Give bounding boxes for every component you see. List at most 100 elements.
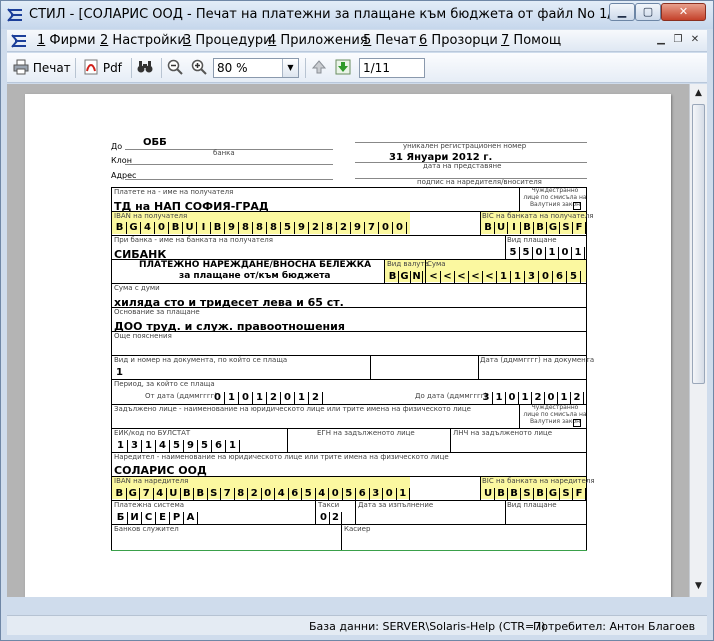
from-date-cell: 2 (267, 392, 281, 404)
zoom-in-button[interactable] (191, 57, 207, 79)
close-button[interactable]: ✕ (661, 3, 706, 21)
next-page-button[interactable] (335, 57, 351, 79)
system-cells: БИСЕРА (114, 512, 198, 524)
iban-payee-cell: 8 (239, 222, 253, 234)
iban-payee-cell: B (169, 222, 183, 234)
mdi-minimize-icon[interactable]: ▁ (653, 33, 669, 48)
iban-payer-cell: G (127, 488, 140, 500)
iban-payee-cell: 8 (323, 222, 337, 234)
from-date-cell: 1 (295, 392, 309, 404)
words-label: Сума с думи (114, 284, 160, 292)
eik-cell: 1 (142, 440, 156, 452)
pay-type-cell: 1 (572, 247, 585, 259)
currency-label: Вид валута (387, 260, 429, 268)
maximize-button[interactable]: ▢ (635, 3, 661, 21)
print-label: Печат (32, 61, 71, 75)
bic-payee-cell: B (521, 222, 534, 234)
to-date-cell: 0 (506, 392, 519, 404)
zoom-out-button[interactable] (167, 57, 183, 79)
bic-payee-cell: S (560, 222, 573, 234)
system-cell: А (184, 512, 198, 524)
to-date-cell: 2 (571, 392, 584, 404)
preview-page: До ОББ банка Клон Адрес уникален регистр… (25, 94, 671, 597)
fees-cell: 2 (330, 512, 342, 524)
system-cell: Р (170, 512, 184, 524)
zoom-select[interactable]: 80 % ▼ (213, 58, 299, 78)
iban-payee-cell: B (113, 222, 127, 234)
pdf-button[interactable]: Pdf (83, 57, 122, 79)
eik-cell: 9 (184, 440, 198, 452)
eik-cell: 6 (212, 440, 226, 452)
app-window: СТИЛ - [СОЛАРИС ООД - Печат на платежни … (0, 0, 714, 641)
vertical-scrollbar[interactable]: ▲ ▼ (689, 84, 707, 597)
mdi-restore-icon[interactable]: ❐ (670, 33, 686, 48)
find-button[interactable] (137, 57, 153, 79)
pdf-label: Pdf (102, 61, 122, 75)
payee-caption: име на получателя (162, 188, 234, 196)
iban-payer-cell: 5 (343, 488, 356, 500)
minimize-button[interactable]: ▁ (609, 3, 635, 21)
iban-payer-cell: 2 (248, 488, 262, 500)
fees-label: Такси (318, 501, 340, 509)
system-label: Платежна система (114, 501, 185, 509)
bic-payer-cell: S (521, 488, 534, 500)
pay-type-cell: 1 (546, 247, 559, 259)
bic-payer-cells: UBBSBGSF (482, 488, 586, 500)
currency-cells: BGN (387, 271, 423, 283)
at-bank-caption: име на банката на получателя (159, 236, 273, 244)
pay-type-cell: 5 (520, 247, 533, 259)
bic-payer-cell: F (573, 488, 586, 500)
amount-cell: 6 (553, 271, 567, 283)
print-preview-area[interactable]: До ОББ банка Клон Адрес уникален регистр… (7, 84, 689, 597)
from-date-cell: 1 (225, 392, 239, 404)
bic-payer-cell: S (560, 488, 573, 500)
iban-payer-cell: 7 (140, 488, 154, 500)
eik-cell: 1 (114, 440, 128, 452)
system-cell: Б (114, 512, 128, 524)
currency-cell: B (387, 271, 399, 283)
payer-label: Наредител - (114, 453, 160, 461)
scroll-up-icon[interactable]: ▲ (691, 85, 706, 102)
obliged-caption: наименование на юридическото лице или тр… (183, 405, 471, 413)
scroll-down-icon[interactable]: ▼ (691, 578, 706, 595)
date-caption: дата на представяне (423, 162, 502, 170)
chevron-down-icon[interactable]: ▼ (282, 59, 298, 77)
iban-payer-cell: 7 (221, 488, 235, 500)
title-bar[interactable]: СТИЛ - [СОЛАРИС ООД - Печат на платежни … (1, 1, 713, 29)
eik-cell: 4 (156, 440, 170, 452)
menu-procedures[interactable]: 3 Процедури (183, 33, 272, 48)
currency-cell: N (411, 271, 423, 283)
menu-windows[interactable]: 6 Прозорци (419, 33, 498, 48)
mdi-close-icon[interactable]: ✕ (687, 33, 703, 48)
iban-payee-cell: 5 (281, 222, 295, 234)
print-button[interactable]: Печат (13, 57, 71, 79)
scroll-thumb[interactable] (692, 104, 705, 384)
amount-cell: < (427, 271, 441, 283)
bic-payee-cell: G (547, 222, 560, 234)
iban-payer-cell: S (208, 488, 221, 500)
first-page-button[interactable] (311, 57, 327, 79)
iban-payer-cell: 3 (370, 488, 383, 500)
menu-firms[interactable]: 1 Фирми (37, 33, 96, 48)
bic-payer-cell: B (508, 488, 521, 500)
iban-payer-cells: BG74UBBS78204654056301 (113, 488, 410, 500)
arrow-down-icon (335, 59, 351, 75)
exec-date-label: Дата за изпълнение (358, 501, 434, 509)
system-cell: Е (156, 512, 170, 524)
menu-settings[interactable]: 2 Настройки (100, 33, 186, 48)
document-icon[interactable] (11, 33, 27, 49)
menu-help[interactable]: 7 Помощ (501, 33, 561, 48)
fees-cells: 02 (318, 512, 342, 524)
iban-payee-cell: 0 (155, 222, 169, 234)
amount-cell: 1 (511, 271, 525, 283)
pay-type-cell: 0 (559, 247, 572, 259)
toolbar: Печат Pdf 80 % ▼ 1/11 (7, 53, 707, 83)
amount-cells: < < < < <1 1 3 0 6 5 (427, 271, 581, 283)
iban-payer-cell: 0 (329, 488, 343, 500)
page-number-field[interactable]: 1/11 (359, 58, 425, 78)
to-date-cell: 1 (519, 392, 532, 404)
iban-payee-cell: 4 (141, 222, 155, 234)
iban-payer-cell: 4 (316, 488, 329, 500)
menu-print[interactable]: 5 Печат (363, 33, 416, 48)
menu-applications[interactable]: 4 Приложения (268, 33, 368, 48)
